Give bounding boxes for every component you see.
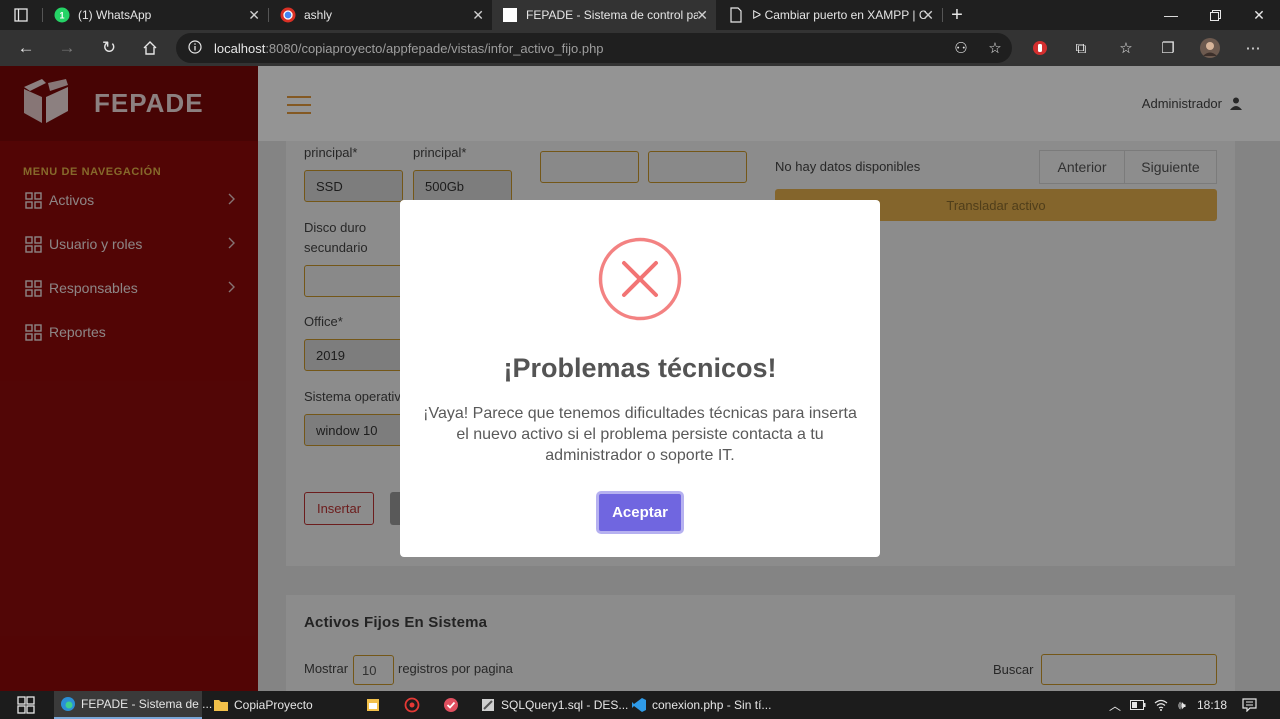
back-icon[interactable]: ← — [14, 36, 38, 60]
error-x-icon — [598, 237, 682, 321]
tab-actions-icon[interactable] — [9, 3, 33, 27]
profile-lock-icon[interactable]: ⚇ — [949, 36, 973, 60]
close-icon[interactable]: ✕ — [472, 7, 484, 24]
target-icon — [404, 697, 420, 713]
tab-fepade[interactable]: FEPADE - Sistema de control par ✕ — [492, 0, 716, 30]
document-icon — [728, 7, 744, 23]
favorites-icon[interactable]: ☆ — [1114, 36, 1138, 60]
taskbar-item-folder[interactable]: CopiaProyecto — [207, 691, 352, 719]
volume-icon[interactable]: 🕪 — [1173, 696, 1191, 714]
forward-icon[interactable]: → — [55, 36, 79, 60]
taskbar-item-label: conexion.php - Sin tí... — [652, 698, 772, 712]
add-favorite-icon[interactable]: ☆ — [983, 36, 1007, 60]
avatar[interactable] — [1198, 36, 1222, 60]
close-icon[interactable]: ✕ — [696, 7, 708, 24]
taskbar: FEPADE - Sistema de ... CopiaProyecto SQ… — [0, 691, 1280, 719]
browser-tab-bar: 1 (1) WhatsApp ✕ ashly ✕ FEPADE - Sistem… — [0, 0, 1280, 30]
refresh-icon[interactable]: ↻ — [97, 36, 121, 60]
chevron-up-icon[interactable]: ︿ — [1106, 696, 1124, 714]
notifications-icon[interactable] — [1240, 696, 1258, 714]
tab-title: ᐅ Cambiar puerto en XAMPP | C — [752, 8, 926, 22]
vscode-icon — [632, 698, 646, 712]
close-window-icon[interactable]: ✕ — [1236, 0, 1280, 30]
wifi-icon[interactable] — [1152, 696, 1170, 714]
taskbar-item-label: FEPADE - Sistema de ... — [81, 697, 213, 711]
edge-icon — [61, 697, 75, 711]
start-icon[interactable] — [10, 691, 36, 719]
collections-icon[interactable]: ❐ — [1156, 36, 1180, 60]
accept-button[interactable]: Aceptar — [596, 491, 684, 534]
battery-icon[interactable] — [1128, 696, 1148, 714]
more-icon[interactable]: ⋯ — [1241, 36, 1265, 60]
taskbar-item-vscode[interactable]: conexion.php - Sin tí... — [625, 691, 772, 719]
url-bar[interactable]: localhost:8080/copiaproyecto/appfepade/v… — [176, 33, 1012, 63]
taskbar-item-edge[interactable]: FEPADE - Sistema de ... — [54, 691, 212, 719]
taskbar-app-calendar[interactable] — [359, 691, 386, 719]
svg-text:1: 1 — [59, 11, 64, 21]
tab-xampp[interactable]: ᐅ Cambiar puerto en XAMPP | C ✕ — [718, 0, 942, 30]
tab-ashly[interactable]: ashly ✕ — [270, 0, 492, 30]
folder-icon — [214, 700, 228, 711]
extensions-icon[interactable]: ⧉ — [1069, 36, 1093, 60]
chrome-icon — [280, 7, 296, 23]
whatsapp-icon: 1 — [54, 7, 70, 23]
info-icon[interactable] — [188, 39, 202, 57]
calendar-icon — [367, 699, 379, 711]
taskbar-item-label: SQLQuery1.sql - DES... — [501, 698, 629, 712]
tab-title: FEPADE - Sistema de control par — [526, 8, 698, 22]
minimize-icon[interactable]: — — [1148, 0, 1194, 30]
taskbar-app-check[interactable] — [437, 691, 464, 719]
sql-server-icon — [482, 699, 494, 711]
browser-toolbar: ← → ↻ localhost:8080/copiaproyecto/appfe… — [0, 30, 1280, 66]
taskbar-app-red[interactable] — [398, 691, 425, 719]
taskbar-item-sql[interactable]: SQLQuery1.sql - DES... — [474, 691, 628, 719]
dialog-title: ¡Problemas técnicos! — [503, 353, 777, 383]
extension-red-icon[interactable] — [1028, 36, 1052, 60]
tab-title: (1) WhatsApp — [78, 8, 152, 22]
close-icon[interactable]: ✕ — [922, 7, 934, 24]
url-path: :8080/copiaproyecto/appfepade/vistas/inf… — [265, 40, 604, 56]
clock[interactable]: 18:18 — [1196, 696, 1228, 714]
new-tab-icon[interactable]: + — [945, 3, 969, 27]
check-icon — [444, 698, 458, 712]
page-icon — [502, 7, 518, 23]
restore-icon[interactable] — [1192, 0, 1238, 30]
url-host: localhost — [214, 40, 266, 56]
dialog-message: ¡Vaya! Parece que tenemos dificultades t… — [423, 405, 857, 464]
tab-whatsapp[interactable]: 1 (1) WhatsApp ✕ — [44, 0, 268, 30]
close-icon[interactable]: ✕ — [248, 7, 260, 24]
tab-title: ashly — [304, 8, 333, 22]
error-dialog: ¡Problemas técnicos! ¡Vaya! Parece que t… — [400, 200, 880, 557]
taskbar-item-label: CopiaProyecto — [234, 698, 313, 712]
home-icon[interactable] — [138, 36, 162, 60]
